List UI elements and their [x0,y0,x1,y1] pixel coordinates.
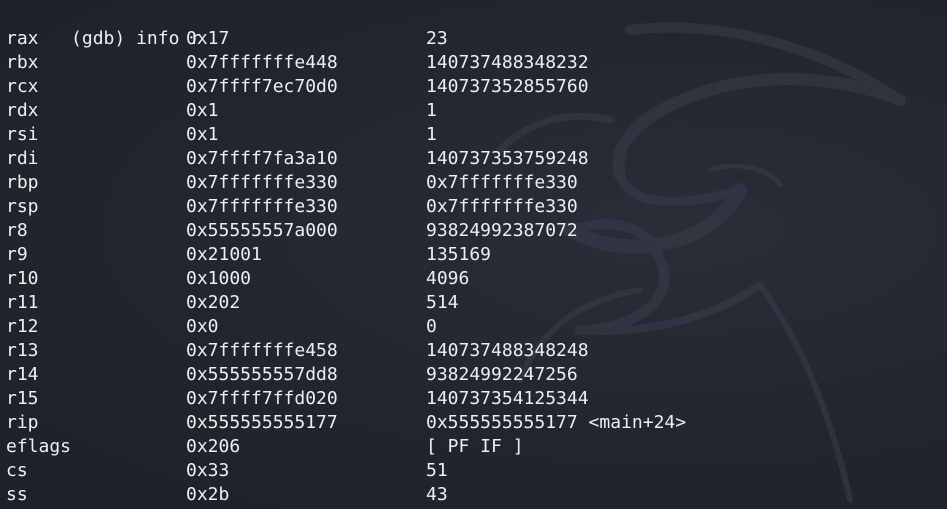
register-name: rsp [6,196,39,217]
register-name: rdx [6,100,39,121]
register-hex-value: 0x555555555177 [186,412,338,433]
register-name: rbx [6,52,39,73]
register-hex-value: 0x1 [186,100,219,121]
register-table: rax 0x17 23 rbx 0x7fffffffe448 14073748834823… [6,27,686,507]
register-row-r10: r10 0x1000 4096 [6,267,469,291]
register-row-cs: cs 0x33 51 [6,459,448,483]
register-natural-value: 140737354125344 [426,388,589,409]
register-natural-value: 514 [426,292,459,313]
register-hex-value: 0x21001 [186,244,262,265]
register-natural-value: 0x555555555177 <main+24> [426,412,687,433]
register-hex-value: 0x0 [186,316,219,337]
register-name: r12 [6,316,39,337]
register-hex-value: 0x7ffff7ffd020 [186,388,338,409]
register-row-rdi: rdi 0x7ffff7fa3a10 140737353759248 [6,147,589,171]
register-name: cs [6,460,28,481]
register-hex-value: 0x202 [186,292,241,313]
register-name: rdi [6,148,39,169]
register-row-r12: r12 0x0 0 [6,315,437,339]
register-hex-value: 0x7fffffffe448 [186,52,338,73]
register-row-eflags: eflags 0x206 [ PF IF ] [6,435,524,459]
register-natural-value: 135169 [426,244,492,265]
register-hex-value: 0x33 [186,460,230,481]
register-name: rcx [6,76,39,97]
register-natural-value: 140737353759248 [426,148,589,169]
register-natural-value: 0x7fffffffe330 [426,172,578,193]
terminal-output: (gdb) info r rax 0x17 23 rbx 0x7fffffffe448 1… [6,3,686,507]
register-name: eflags [6,436,72,457]
register-hex-value: 0x7fffffffe330 [186,196,338,217]
register-natural-value: 0x7fffffffe330 [426,196,578,217]
register-natural-value: 140737488348248 [426,340,589,361]
register-hex-value: 0x555555557dd8 [186,364,338,385]
register-name: r13 [6,340,39,361]
register-name: r10 [6,268,39,289]
register-natural-value: 1 [426,124,437,145]
register-row-r14: r14 0x555555557dd8 93824992247256 [6,363,578,387]
register-hex-value: 0x1000 [186,268,252,289]
register-row-r11: r11 0x202 514 [6,291,459,315]
register-natural-value: 1 [426,100,437,121]
register-name: rax [6,28,39,49]
register-natural-value: [ PF IF ] [426,436,524,457]
register-natural-value: 93824992387072 [426,220,578,241]
register-hex-value: 0x7ffff7fa3a10 [186,148,338,169]
register-name: r8 [6,220,28,241]
register-row-ss: ss 0x2b 43 [6,483,448,507]
register-row-r13: r13 0x7fffffffe458 140737488348248 [6,339,589,363]
register-natural-value: 51 [426,460,448,481]
register-row-rsp: rsp 0x7fffffffe330 0x7fffffffe330 [6,195,578,219]
register-row-r8: r8 0x55555557a000 93824992387072 [6,219,578,243]
register-natural-value: 140737352855760 [426,76,589,97]
register-natural-value: 93824992247256 [426,364,578,385]
register-row-rdx: rdx 0x1 1 [6,99,437,123]
register-name: ss [6,484,28,505]
register-hex-value: 0x2b [186,484,230,505]
register-hex-value: 0x7fffffffe330 [186,172,338,193]
register-row-rip: rip 0x555555555177 0x555555555177 <main+24… [6,411,686,435]
register-hex-value: 0x1 [186,124,219,145]
register-hex-value: 0x17 [186,28,230,49]
register-name: r11 [6,292,39,313]
register-row-r9: r9 0x21001 135169 [6,243,491,267]
register-row-rax: rax 0x17 23 [6,27,448,51]
register-hex-value: 0x7fffffffe458 [186,340,338,361]
register-natural-value: 0 [426,316,437,337]
register-hex-value: 0x206 [186,436,241,457]
register-hex-value: 0x7ffff7ec70d0 [186,76,338,97]
register-name: rbp [6,172,39,193]
register-natural-value: 4096 [426,268,470,289]
register-row-rsi: rsi 0x1 1 [6,123,437,147]
register-name: rip [6,412,39,433]
register-row-rbp: rbp 0x7fffffffe330 0x7fffffffe330 [6,171,578,195]
register-name: r14 [6,364,39,385]
register-row-rcx: rcx 0x7ffff7ec70d0 140737352855760 [6,75,589,99]
register-name: r15 [6,388,39,409]
register-hex-value: 0x55555557a000 [186,220,338,241]
register-natural-value: 23 [426,28,448,49]
register-natural-value: 140737488348232 [426,52,589,73]
terminal-window[interactable]: (gdb) info r rax 0x17 23 rbx 0x7fffffffe448 1… [0,0,947,509]
register-name: r9 [6,244,28,265]
register-row-r15: r15 0x7ffff7ffd020 140737354125344 [6,387,589,411]
register-row-rbx: rbx 0x7fffffffe448 140737488348232 [6,51,589,75]
register-natural-value: 43 [426,484,448,505]
command-line: (gdb) info r [6,3,201,49]
register-name: rsi [6,124,39,145]
